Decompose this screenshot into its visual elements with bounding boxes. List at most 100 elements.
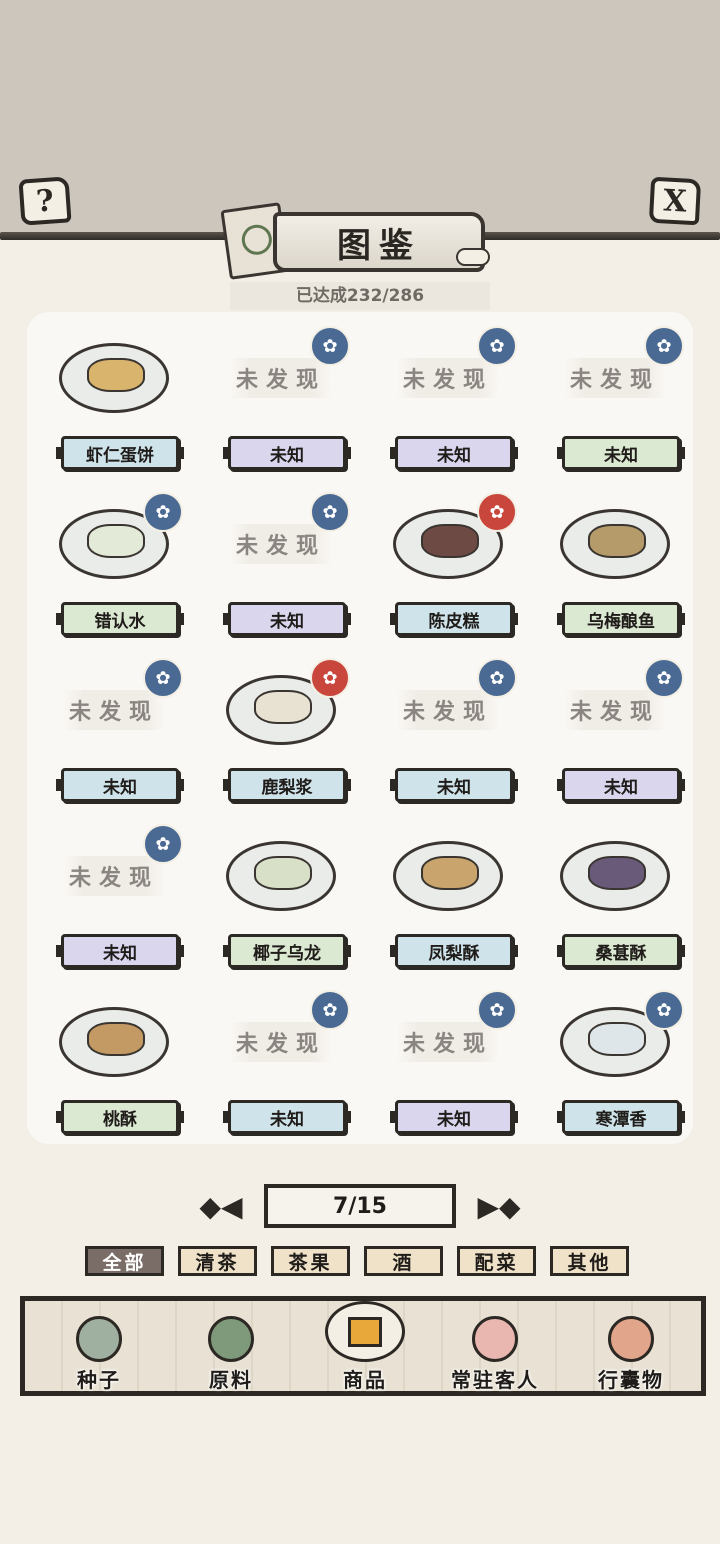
dish-icon <box>59 343 169 413</box>
blue-seal-badge-icon: ✿ <box>644 326 684 366</box>
collection-item[interactable]: 未发现 ✿ 未知 <box>373 650 523 810</box>
collection-item[interactable]: 未发现 ✿ 未知 <box>206 982 356 1142</box>
collection-grid: 虾仁蛋饼 未发现 ✿ 未知 未发现 ✿ 未知 未发现 ✿ 未知 ✿ 错认水 未发现 ✿ 未知 ✿ 陈皮糕 乌梅酿鱼… <box>27 312 693 1144</box>
robe-icon <box>608 1316 654 1362</box>
undiscovered-label: 未发现 <box>396 690 499 730</box>
collection-item[interactable]: 未发现 ✿ 未知 <box>373 982 523 1142</box>
dish-icon <box>393 841 503 911</box>
dish-image <box>49 992 179 1092</box>
seed-jar-icon <box>76 1316 122 1362</box>
item-name-plate: 未知 <box>223 436 351 470</box>
nav-label: 行囊物 <box>598 1368 664 1392</box>
red-seal-badge-icon: ✿ <box>477 492 517 532</box>
collection-item[interactable]: 未发现 ✿ 未知 <box>540 318 690 478</box>
tab-other[interactable]: 其他 <box>550 1246 629 1276</box>
item-name-plate: 椰子乌龙 <box>223 934 351 968</box>
collection-panel: 虾仁蛋饼 未发现 ✿ 未知 未发现 ✿ 未知 未发现 ✿ 未知 ✿ 错认水 未发现 ✿ 未知 ✿ 陈皮糕 乌梅酿鱼… <box>27 312 693 1144</box>
undiscovered-label: 未发现 <box>62 690 165 730</box>
collection-item[interactable]: 桃酥 <box>39 982 189 1142</box>
item-name-plate: 寒潭香 <box>557 1100 685 1134</box>
next-page-button[interactable]: ▶◆ <box>464 1186 534 1226</box>
nav-label: 常驻客人 <box>451 1368 539 1392</box>
nav-label: 种子 <box>77 1368 121 1392</box>
item-name-plate: 桑葚酥 <box>557 934 685 968</box>
blue-seal-badge-icon: ✿ <box>477 990 517 1030</box>
blue-seal-badge-icon: ✿ <box>310 492 350 532</box>
collection-item[interactable]: 未发现 ✿ 未知 <box>373 318 523 478</box>
undiscovered-label: 未发现 <box>396 1022 499 1062</box>
undiscovered-label: 未发现 <box>62 856 165 896</box>
dish-image <box>383 826 513 926</box>
nav-ingredients[interactable]: 原料 <box>171 1301 291 1393</box>
page-title: 图鉴 <box>337 225 421 266</box>
nav-seeds[interactable]: 种子 <box>39 1301 159 1393</box>
item-name-plate: 未知 <box>56 934 184 968</box>
dish-image <box>550 494 680 594</box>
collection-item[interactable]: 未发现 ✿ 未知 <box>540 650 690 810</box>
blue-seal-badge-icon: ✿ <box>143 658 183 698</box>
collection-item[interactable]: ✿ 陈皮糕 <box>373 484 523 644</box>
tab-wine[interactable]: 酒 <box>364 1246 443 1276</box>
item-name-plate: 鹿梨浆 <box>223 768 351 802</box>
blue-seal-badge-icon: ✿ <box>477 326 517 366</box>
collection-item[interactable]: ✿ 错认水 <box>39 484 189 644</box>
tab-tea[interactable]: 清茶 <box>178 1246 257 1276</box>
nav-bag[interactable]: 行囊物 <box>571 1301 691 1393</box>
collection-item[interactable]: 乌梅酿鱼 <box>540 484 690 644</box>
item-name-plate: 未知 <box>223 1100 351 1134</box>
undiscovered-label: 未发现 <box>563 358 666 398</box>
tab-side-dish[interactable]: 配菜 <box>457 1246 536 1276</box>
close-button[interactable]: X <box>648 176 702 226</box>
collection-item[interactable]: 未发现 ✿ 未知 <box>39 816 189 976</box>
bottom-nav: 种子 原料 商品 常驻客人 行囊物 <box>20 1296 706 1396</box>
item-name-plate: 未知 <box>557 436 685 470</box>
title-banner: 图鉴 <box>220 200 490 280</box>
tab-snack[interactable]: 茶果 <box>271 1246 350 1276</box>
nav-goods[interactable]: 商品 <box>305 1301 425 1393</box>
nav-guests[interactable]: 常驻客人 <box>435 1301 555 1393</box>
item-name-plate: 未知 <box>390 436 518 470</box>
collection-progress: 已达成232/286 <box>230 282 490 310</box>
undiscovered-label: 未发现 <box>563 690 666 730</box>
collection-item[interactable]: 未发现 ✿ 未知 <box>206 484 356 644</box>
nav-label: 原料 <box>209 1368 253 1392</box>
dish-image <box>550 826 680 926</box>
blue-seal-badge-icon: ✿ <box>644 658 684 698</box>
item-name-plate: 未知 <box>557 768 685 802</box>
leaf-icon <box>208 1316 254 1362</box>
undiscovered-label: 未发现 <box>229 524 332 564</box>
blue-seal-badge-icon: ✿ <box>644 990 684 1030</box>
item-name-plate: 错认水 <box>56 602 184 636</box>
question-icon: ? <box>35 182 55 220</box>
title-plate: 图鉴 <box>273 212 485 272</box>
collection-item[interactable]: 虾仁蛋饼 <box>39 318 189 478</box>
pager: ◆◀ 7/15 ▶◆ <box>186 1182 534 1230</box>
collection-item[interactable]: 未发现 ✿ 未知 <box>39 650 189 810</box>
item-name-plate: 虾仁蛋饼 <box>56 436 184 470</box>
dish-image <box>216 826 346 926</box>
guest-girl-icon <box>472 1316 518 1362</box>
undiscovered-label: 未发现 <box>396 358 499 398</box>
dish-icon <box>59 1007 169 1077</box>
tab-all[interactable]: 全部 <box>85 1246 164 1276</box>
item-name-plate: 未知 <box>56 768 184 802</box>
item-name-plate: 陈皮糕 <box>390 602 518 636</box>
collection-item[interactable]: 桑葚酥 <box>540 816 690 976</box>
help-button[interactable]: ? <box>18 176 72 226</box>
collection-item[interactable]: 椰子乌龙 <box>206 816 356 976</box>
prev-page-button[interactable]: ◆◀ <box>186 1186 256 1226</box>
nav-label: 商品 <box>343 1368 387 1392</box>
collection-item[interactable]: 未发现 ✿ 未知 <box>206 318 356 478</box>
blue-seal-badge-icon: ✿ <box>310 990 350 1030</box>
collection-item[interactable]: 凤梨酥 <box>373 816 523 976</box>
dish-icon <box>560 841 670 911</box>
blue-seal-badge-icon: ✿ <box>143 824 183 864</box>
red-seal-badge-icon: ✿ <box>310 658 350 698</box>
dish-image <box>49 328 179 428</box>
undiscovered-label: 未发现 <box>229 358 332 398</box>
category-tabs: 全部 清茶 茶果 酒 配菜 其他 <box>85 1246 635 1276</box>
page-indicator: 7/15 <box>264 1184 456 1228</box>
collection-item[interactable]: ✿ 鹿梨浆 <box>206 650 356 810</box>
tofu-icon <box>325 1301 405 1362</box>
collection-item[interactable]: ✿ 寒潭香 <box>540 982 690 1142</box>
